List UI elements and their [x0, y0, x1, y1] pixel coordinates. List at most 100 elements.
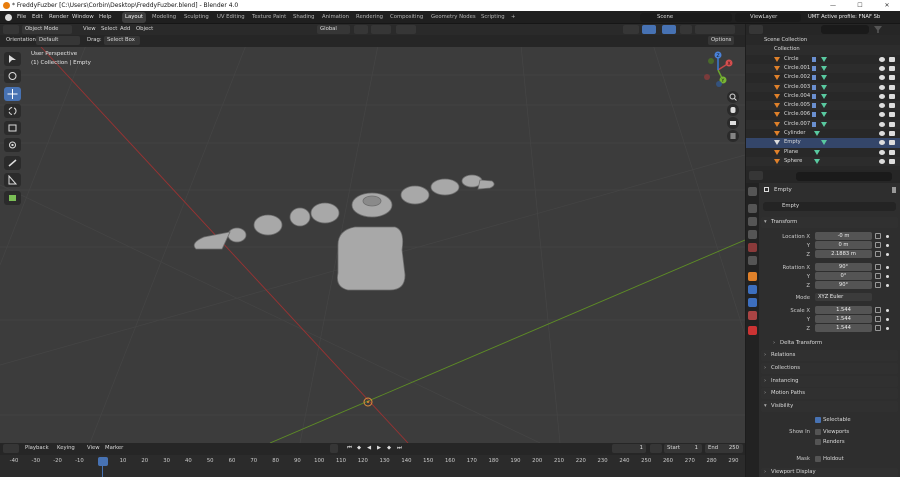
menu-render[interactable]: Render — [49, 11, 69, 24]
viewports-checkbox[interactable] — [815, 429, 821, 435]
tab-geometry-nodes[interactable]: Geometry Nodes — [428, 12, 479, 23]
render-camera-icon[interactable] — [889, 103, 895, 109]
pan-hand-icon[interactable] — [727, 104, 739, 116]
timeline-area[interactable]: -40-30-20-101102030405060708090100110120… — [0, 455, 745, 477]
record-icon[interactable] — [330, 444, 338, 453]
overlay-toggle-icon[interactable] — [662, 25, 676, 34]
holdout-checkbox[interactable] — [815, 456, 821, 462]
add-workspace-button[interactable]: + — [508, 12, 518, 23]
rotation-x-field[interactable]: 90° — [815, 263, 872, 271]
modifier-wrench-icon[interactable] — [812, 65, 816, 71]
timeline-editor-icon[interactable] — [3, 444, 19, 453]
object-tab-icon[interactable] — [748, 272, 757, 281]
scale-x-field[interactable]: 1.544 — [815, 306, 872, 314]
keyframe-dot-icon[interactable] — [886, 234, 889, 238]
tab-scripting[interactable]: Scripting — [478, 12, 508, 23]
render-camera-icon[interactable] — [889, 112, 895, 118]
location-x-field[interactable]: -0 m — [815, 232, 872, 240]
render-tab-icon[interactable] — [748, 204, 757, 213]
drag-dropdown[interactable]: Select Box — [104, 36, 140, 45]
pin-icon[interactable] — [892, 187, 896, 193]
orientation-dropdown[interactable]: Default — [36, 36, 80, 45]
outliner-item-cylinder[interactable]: Cylinder — [746, 129, 900, 138]
annotate-tool[interactable] — [4, 156, 21, 170]
visibility-eye-icon[interactable] — [879, 65, 885, 71]
outliner-item-circle-003[interactable]: Circle.003 — [746, 82, 900, 92]
world-tab-icon[interactable] — [748, 256, 757, 265]
render-camera-icon[interactable] — [889, 158, 895, 164]
tab-uv-editing[interactable]: UV Editing — [214, 12, 248, 23]
camera-view-icon[interactable] — [727, 117, 739, 129]
mesh-data-icon[interactable] — [821, 65, 827, 71]
menu-add[interactable]: Add — [117, 25, 133, 34]
rotation-mode-dropdown[interactable]: XYZ Euler — [815, 293, 872, 301]
lock-icon[interactable] — [875, 316, 881, 322]
instancing-panel-header[interactable]: › Instancing — [761, 376, 898, 387]
xray-icon[interactable] — [680, 25, 692, 34]
tab-texture-paint[interactable]: Texture Paint — [249, 12, 289, 23]
transform-orientation-dropdown[interactable]: Global — [317, 25, 350, 34]
outliner-item-circle-006[interactable]: Circle.006 — [746, 110, 900, 119]
mesh-data-icon[interactable] — [821, 112, 827, 118]
minimize-button[interactable]: — — [820, 0, 846, 11]
render-camera-icon[interactable] — [889, 56, 895, 62]
mesh-data-icon[interactable] — [821, 75, 827, 81]
mesh-data-icon[interactable] — [814, 149, 820, 155]
outliner-item-circle-005[interactable]: Circle.005 — [746, 101, 900, 111]
tab-shading[interactable]: Shading — [290, 12, 318, 23]
tab-modeling[interactable]: Modeling — [149, 12, 179, 23]
editor-type-icon[interactable] — [3, 25, 19, 34]
outliner-item-sphere[interactable]: Sphere — [746, 156, 900, 167]
mesh-data-icon[interactable] — [821, 84, 827, 90]
play-reverse-icon[interactable]: ◀ — [364, 444, 374, 453]
object-name-field[interactable]: Empty — [763, 202, 896, 211]
rotate-tool[interactable] — [4, 104, 21, 118]
visibility-eye-icon[interactable] — [879, 149, 885, 155]
prev-key-icon[interactable]: ◆ — [354, 444, 364, 453]
location-y-field[interactable]: 0 m — [815, 241, 872, 249]
gizmo-toggle-icon[interactable] — [642, 25, 656, 34]
transform-tool[interactable] — [4, 138, 21, 152]
motion-paths-panel-header[interactable]: › Motion Paths — [761, 388, 898, 399]
tab-compositing[interactable]: Compositing — [387, 12, 426, 23]
zoom-icon[interactable] — [727, 91, 739, 103]
proportional-edit-icon[interactable] — [396, 25, 416, 34]
start-frame-field[interactable]: Start 1 — [664, 444, 702, 453]
relations-panel-header[interactable]: › Relations — [761, 350, 898, 361]
outliner-item-circle-007[interactable]: Circle.007 — [746, 119, 900, 129]
tab-sculpting[interactable]: Sculpting — [181, 12, 212, 23]
tab-layout[interactable]: Layout — [122, 12, 147, 23]
menu-window[interactable]: Window — [72, 11, 94, 24]
visibility-eye-icon[interactable] — [879, 103, 885, 109]
keyframe-dot-icon[interactable] — [886, 308, 889, 312]
lock-icon[interactable] — [875, 251, 881, 257]
modifier-wrench-icon[interactable] — [812, 84, 816, 90]
shading-mode-buttons[interactable] — [695, 25, 735, 34]
filter-icon[interactable] — [874, 26, 882, 33]
scene-selector[interactable]: Scene — [640, 13, 732, 22]
mesh-data-icon[interactable] — [814, 158, 820, 164]
render-camera-icon[interactable] — [889, 75, 895, 81]
keyframe-dot-icon[interactable] — [886, 283, 889, 287]
menu-playback[interactable]: Playback — [22, 444, 52, 453]
playhead[interactable] — [98, 457, 108, 466]
scene-tab-icon[interactable] — [748, 243, 757, 252]
outliner-item-plane[interactable]: Plane — [746, 148, 900, 157]
render-camera-icon[interactable] — [889, 149, 895, 155]
outliner-scene-collection[interactable]: Scene Collection — [746, 36, 900, 45]
outliner-item-circle-002[interactable]: Circle.002 — [746, 73, 900, 82]
modifier-wrench-icon[interactable] — [812, 93, 816, 99]
keyframe-dot-icon[interactable] — [886, 243, 889, 247]
next-key-icon[interactable]: ◆ — [384, 444, 394, 453]
outliner-item-circle[interactable]: Circle — [746, 55, 900, 64]
render-camera-icon[interactable] — [889, 84, 895, 90]
keyframe-dot-icon[interactable] — [886, 265, 889, 269]
keyframe-dot-icon[interactable] — [886, 252, 889, 256]
visibility-eye-icon[interactable] — [879, 75, 885, 81]
modifier-tab-icon[interactable] — [748, 285, 757, 294]
mesh-data-icon[interactable] — [821, 56, 827, 62]
end-frame-field[interactable]: End 250 — [705, 444, 743, 453]
render-camera-icon[interactable] — [889, 121, 895, 127]
modifier-wrench-icon[interactable] — [812, 56, 816, 62]
measure-tool[interactable] — [4, 173, 21, 187]
